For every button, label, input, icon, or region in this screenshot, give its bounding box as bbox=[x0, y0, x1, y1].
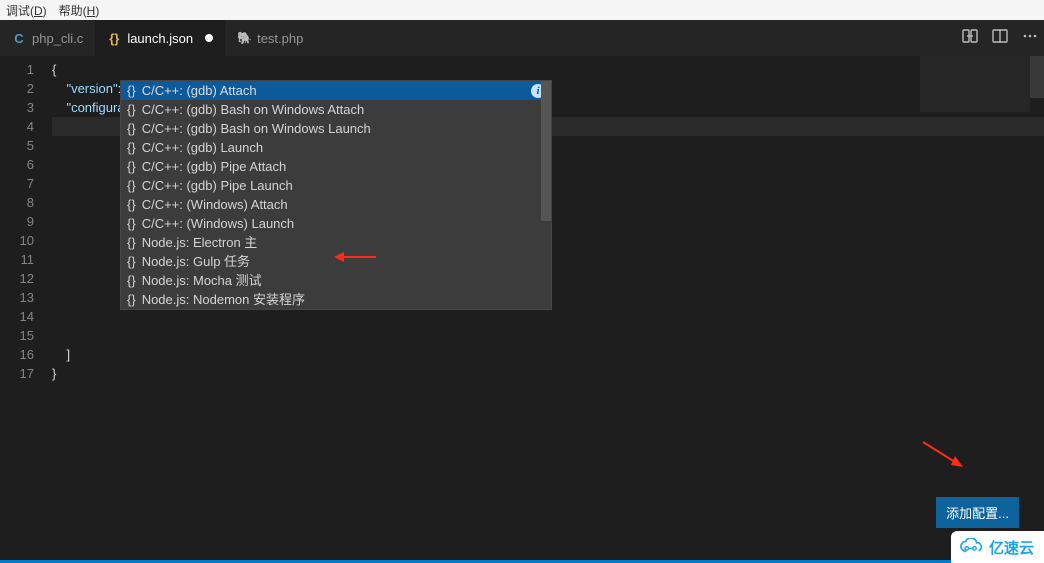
vertical-scrollbar[interactable] bbox=[1030, 56, 1044, 563]
suggestion-label: Node.js: Nodemon 安装程序 bbox=[142, 290, 305, 309]
split-editor-icon[interactable] bbox=[992, 28, 1008, 49]
tab-test-php[interactable]: 🐘 test.php bbox=[225, 20, 315, 56]
suggestion-item[interactable]: {} Node.js: Mocha 测试 bbox=[121, 271, 551, 290]
suggestion-item[interactable]: {} C/C++: (gdb) Launch bbox=[121, 138, 551, 157]
tab-label: launch.json bbox=[127, 31, 193, 46]
code-line: { bbox=[52, 60, 1044, 79]
suggestion-item[interactable]: {} Node.js: Nodemon 安装程序 bbox=[121, 290, 551, 309]
menu-debug[interactable]: 调试(D) bbox=[6, 2, 47, 19]
suggestion-widget[interactable]: {}C/C++: (gdb) Attachi{}C/C++: (gdb) Bas… bbox=[120, 80, 552, 310]
file-icon: 🐘 bbox=[237, 31, 251, 45]
suggestion-item[interactable]: {} C/C++: (gdb) Bash on Windows Attach bbox=[121, 100, 551, 119]
suggestion-item[interactable]: {} C/C++: (Windows) Launch bbox=[121, 214, 551, 233]
snippet-icon: {} bbox=[127, 252, 136, 271]
tab-php_cli-c[interactable]: Cphp_cli.c bbox=[0, 20, 95, 56]
suggestion-scrollbar[interactable] bbox=[541, 81, 551, 221]
snippet-icon: {} bbox=[127, 290, 136, 309]
menu-help[interactable]: 帮助(H) bbox=[59, 2, 100, 19]
suggestion-item[interactable]: {} Node.js: Gulp 任务 bbox=[121, 252, 551, 271]
add-configuration-button[interactable]: 添加配置... bbox=[936, 497, 1019, 528]
suggestion-label: Node.js: Mocha 测试 bbox=[142, 271, 262, 290]
suggestion-label: Node.js: Electron 主 bbox=[142, 233, 258, 252]
code-line: } bbox=[52, 364, 1044, 383]
snippet-icon: {} bbox=[127, 233, 136, 252]
tabbar: Cphp_cli.c {} launch.json 🐘 test.php bbox=[0, 20, 1044, 56]
brand-text: 亿速云 bbox=[989, 537, 1034, 558]
suggestion-label: C/C++: (gdb) Bash on Windows Launch bbox=[142, 119, 371, 138]
file-icon: C bbox=[12, 31, 26, 46]
snippet-icon: {} bbox=[127, 119, 136, 138]
suggestion-label: Node.js: Gulp 任务 bbox=[142, 252, 250, 271]
snippet-icon: {} bbox=[127, 195, 136, 214]
minimap-viewport[interactable] bbox=[920, 56, 1030, 112]
suggestion-item[interactable]: {} C/C++: (Windows) Attach bbox=[121, 195, 551, 214]
tab-launch-json[interactable]: {} launch.json bbox=[95, 20, 225, 56]
snippet-icon: {} bbox=[127, 100, 136, 119]
suggestion-label: C/C++: (Windows) Launch bbox=[142, 214, 294, 233]
suggestion-item[interactable]: {} C/C++: (gdb) Pipe Attach bbox=[121, 157, 551, 176]
tab-label: php_cli.c bbox=[32, 31, 83, 46]
tabbar-actions bbox=[962, 20, 1038, 56]
code-line bbox=[52, 326, 1044, 345]
suggestion-label: C/C++: (gdb) Pipe Launch bbox=[142, 176, 293, 195]
line-gutter: 1234567891011121314151617 bbox=[0, 56, 52, 563]
snippet-icon: {} bbox=[127, 138, 136, 157]
dirty-indicator-icon bbox=[205, 34, 213, 42]
snippet-icon: {} bbox=[127, 214, 136, 233]
brand-watermark: 亿速云 bbox=[951, 531, 1044, 563]
file-icon: {} bbox=[107, 31, 121, 46]
suggestion-label: C/C++: (gdb) Attach bbox=[142, 81, 257, 100]
suggestion-label: C/C++: (Windows) Attach bbox=[142, 195, 288, 214]
more-icon[interactable] bbox=[1022, 28, 1038, 49]
snippet-icon: {} bbox=[127, 81, 136, 100]
snippet-icon: {} bbox=[127, 271, 136, 290]
brand-cloud-icon bbox=[957, 538, 985, 556]
suggestion-label: C/C++: (gdb) Bash on Windows Attach bbox=[142, 100, 365, 119]
suggestion-item[interactable]: {}C/C++: (gdb) Attachi bbox=[121, 81, 551, 100]
suggestion-item[interactable]: {} C/C++: (gdb) Pipe Launch bbox=[121, 176, 551, 195]
snippet-icon: {} bbox=[127, 176, 136, 195]
suggestion-label: C/C++: (gdb) Launch bbox=[142, 138, 263, 157]
suggestion-label: C/C++: (gdb) Pipe Attach bbox=[142, 157, 287, 176]
tab-label: test.php bbox=[257, 31, 303, 46]
suggestion-item[interactable]: {} C/C++: (gdb) Bash on Windows Launch bbox=[121, 119, 551, 138]
code-line: ] bbox=[52, 345, 1044, 364]
vertical-scrollthumb[interactable] bbox=[1030, 56, 1044, 98]
compare-icon[interactable] bbox=[962, 28, 978, 49]
suggestion-item[interactable]: {} Node.js: Electron 主 bbox=[121, 233, 551, 252]
menubar: 调试(D) 帮助(H) bbox=[0, 0, 1044, 20]
snippet-icon: {} bbox=[127, 157, 136, 176]
